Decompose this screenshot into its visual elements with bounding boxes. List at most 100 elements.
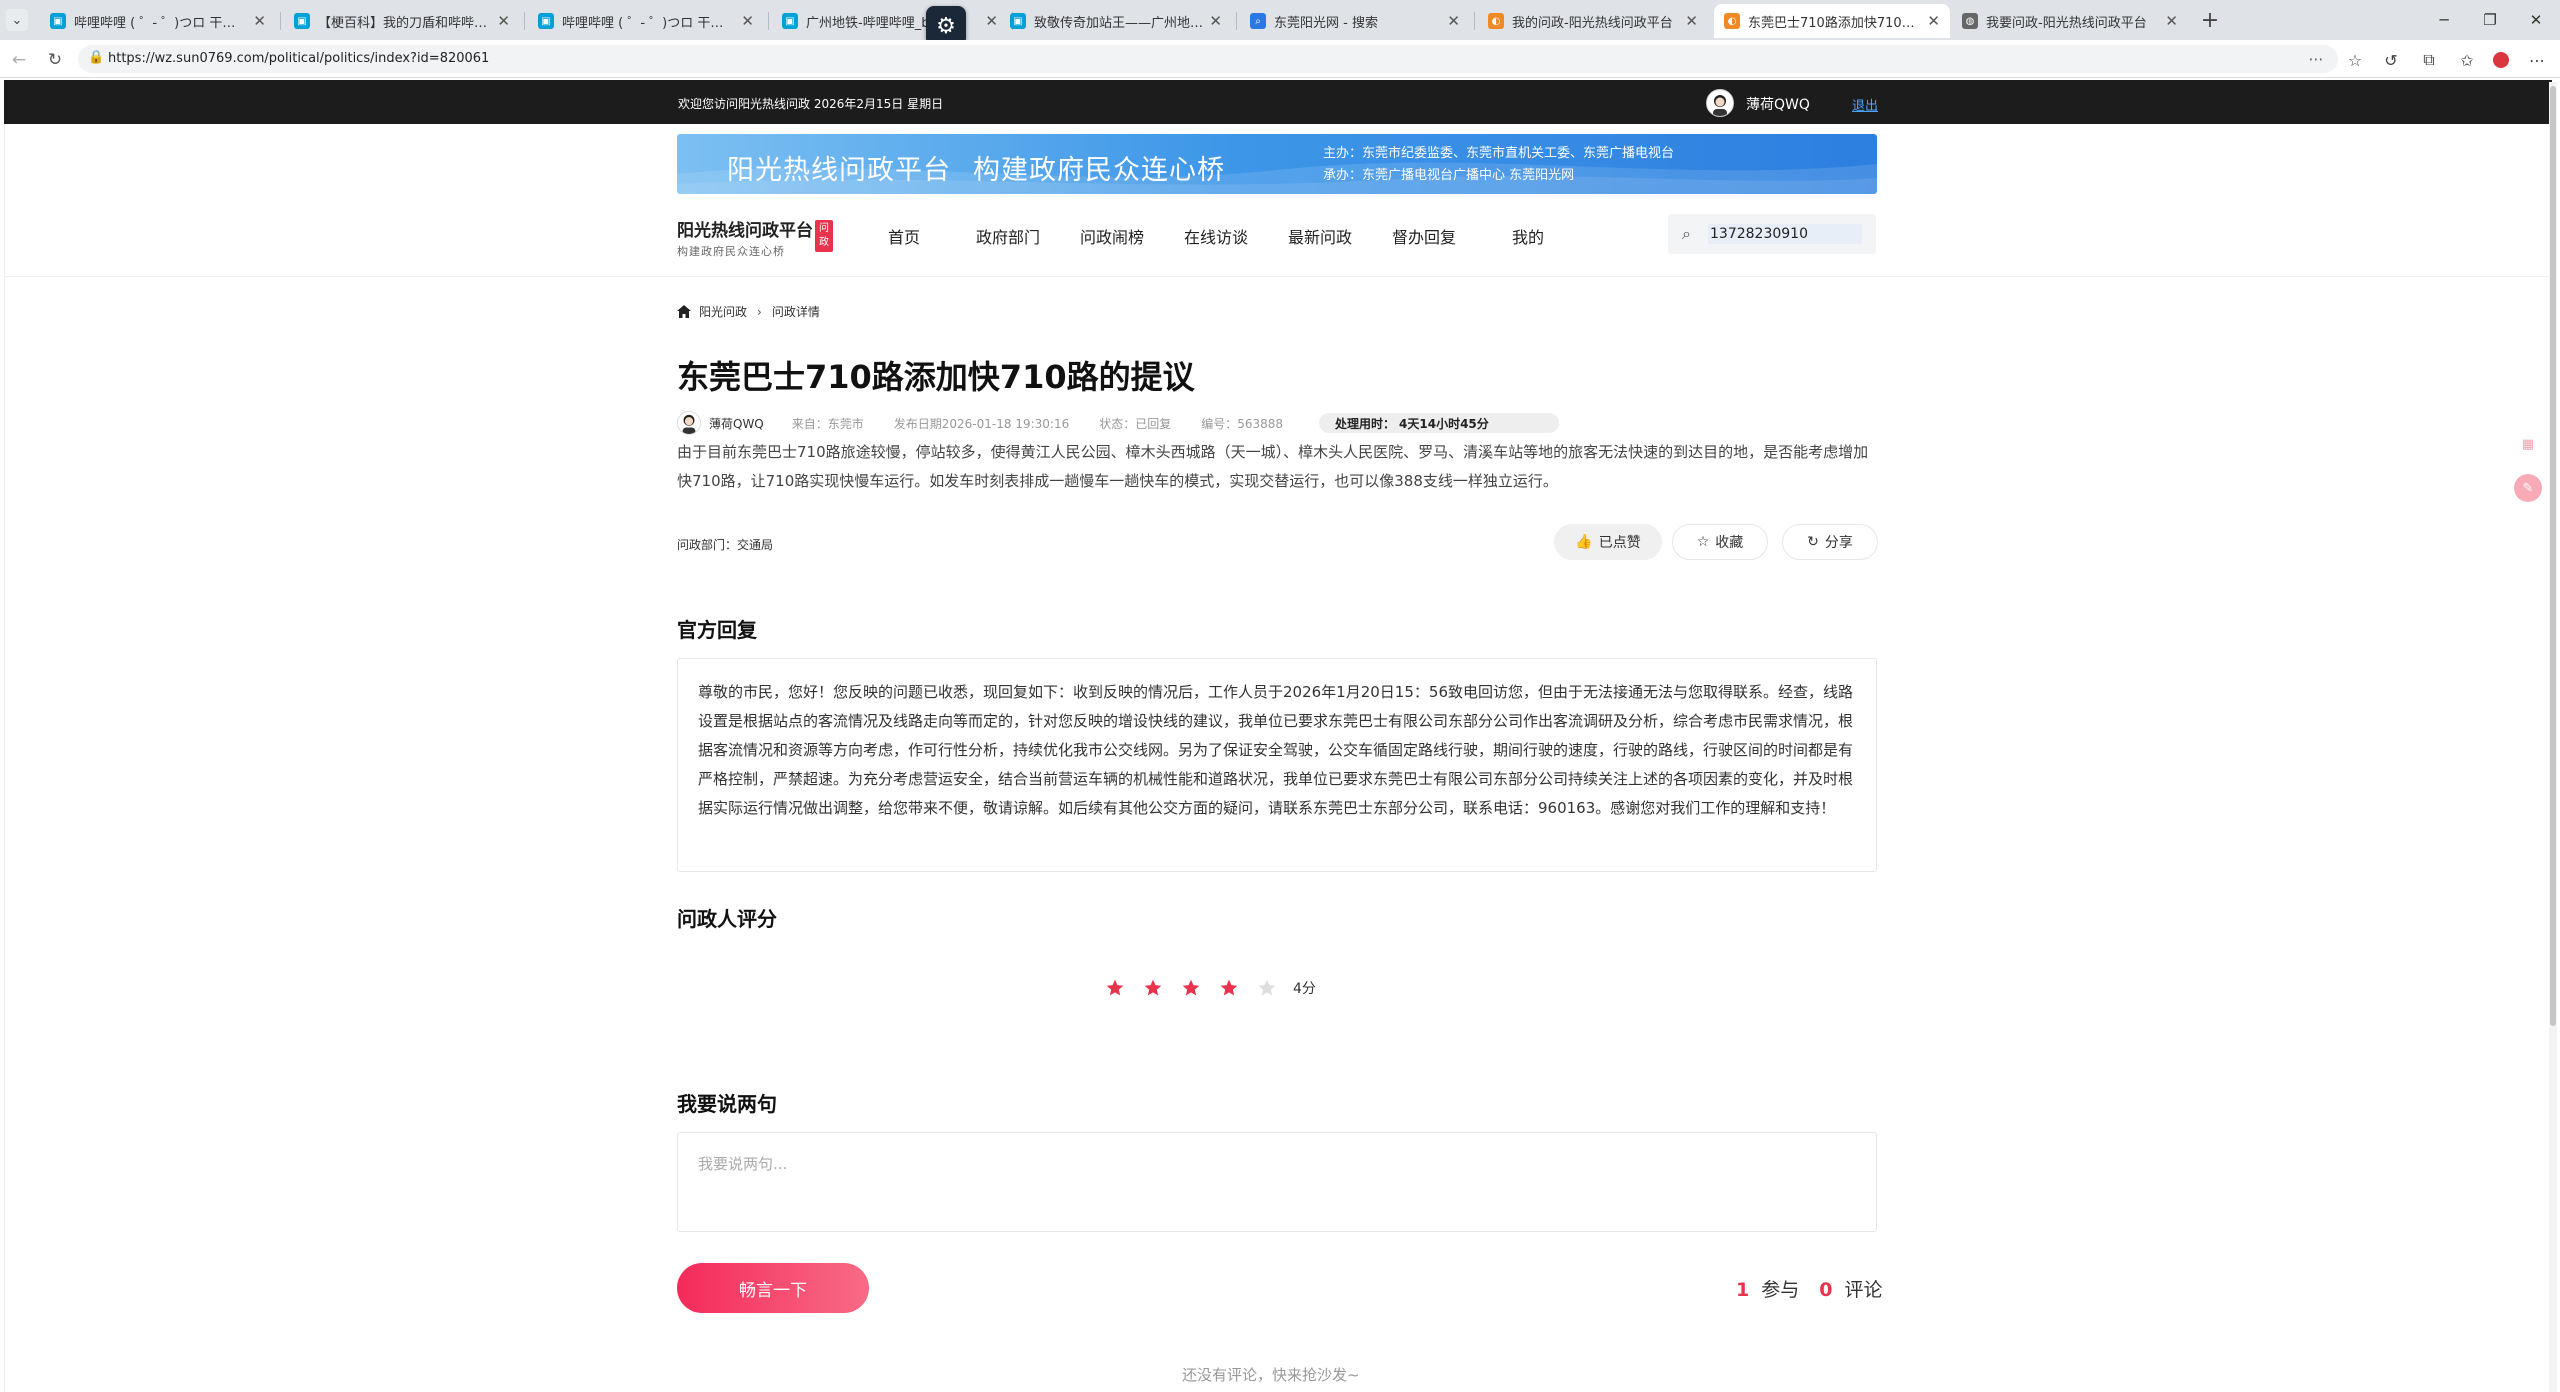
tab-label: 【梗百科】我的刀盾和哔哔拉布盾	[318, 15, 491, 31]
new-tab-button[interactable]: +	[2196, 7, 2224, 33]
banner-host: 主办：东莞市纪委监委、东莞市直机关工委、东莞广播电视台	[1323, 146, 1675, 161]
nav-mine[interactable]: 我的	[1512, 224, 1544, 248]
thumbs-up-icon: 👍	[1575, 534, 1593, 550]
comment-stats: 1 参与 0 评论	[1736, 1275, 1903, 1302]
close-icon[interactable]: ✕	[253, 12, 266, 30]
share-button[interactable]: ↻ 分享	[1782, 524, 1878, 560]
like-button[interactable]: 👍 已点赞	[1554, 524, 1662, 560]
author-avatar[interactable]	[677, 411, 701, 435]
browser-tab[interactable]: ▣ 哔哩哔哩 ( ゜- ゜)つロ 干杯~-bilibili ✕	[40, 4, 276, 38]
profile-icon[interactable]	[2490, 49, 2512, 71]
browser-tab-active[interactable]: ◐ 东莞巴士710路添加快710路的提议 ✕	[1714, 4, 1950, 38]
menu-icon[interactable]: ⋯	[2526, 49, 2548, 71]
tab-label: 哔哩哔哩 ( ゜- ゜)つロ 干杯~-bilibili	[74, 15, 247, 31]
breadcrumb-home[interactable]: 阳光问政	[699, 303, 747, 320]
url-field[interactable]: 🔒 https://wz.sun0769.com/political/polit…	[78, 45, 2338, 73]
restore-icon[interactable]: ❐	[2470, 6, 2510, 34]
tv-icon: ▣	[538, 13, 554, 29]
search-icon[interactable]: ⌕	[1682, 224, 1691, 244]
star-filled-icon	[1220, 979, 1238, 996]
comment-count: 0	[1819, 1279, 1833, 1301]
username[interactable]: 薄荷QWQ	[1746, 94, 1810, 114]
participant-count: 1	[1736, 1279, 1750, 1301]
browser-tab[interactable]: ▣ 致敬传奇加站王——广州地铁14号 ✕	[1000, 4, 1232, 38]
window-close-icon[interactable]: ✕	[2516, 6, 2556, 34]
logout-link[interactable]: 退出	[1852, 95, 1878, 114]
feedback-icon[interactable]: ✎	[2514, 474, 2542, 502]
avatar[interactable]	[1706, 89, 1734, 117]
refresh-page-icon[interactable]: ↺	[2380, 49, 2402, 71]
banner-organizer: 承办：东莞广播电视台广播中心 东莞阳光网	[1323, 168, 1575, 183]
star-icon[interactable]: ☆	[2344, 49, 2366, 71]
close-icon[interactable]: ✕	[1927, 12, 1940, 30]
browser-tab[interactable]: ⌕ 东莞阳光网 - 搜索 ✕	[1240, 4, 1470, 38]
reply-heading: 官方回复	[677, 618, 757, 642]
site-icon: ◐	[1724, 13, 1740, 29]
number-text: 编号：563888	[1201, 416, 1284, 431]
browser-tab-bar: ⌄ ▣ 哔哩哔哩 ( ゜- ゜)つロ 干杯~-bilibili ✕ ▣ 【梗百科…	[0, 0, 2560, 40]
favorite-label: 收藏	[1715, 535, 1744, 551]
comment-heading: 我要说两句	[677, 1092, 777, 1116]
nav-divider	[4, 276, 2552, 277]
tv-icon: ▣	[782, 13, 798, 29]
star-empty-icon	[1258, 979, 1276, 996]
timer-label: 处理用时：	[1335, 416, 1396, 431]
close-icon[interactable]: ✕	[1685, 12, 1698, 30]
star-filled-icon	[1182, 979, 1200, 996]
favorites-icon[interactable]: ✩	[2456, 49, 2478, 71]
logo-slogan: 构建政府民众连心桥	[677, 245, 785, 258]
more-dots-icon[interactable]: ⋯	[2306, 49, 2326, 69]
close-icon[interactable]: ✕	[497, 12, 510, 30]
minimize-icon[interactable]: ─	[2424, 6, 2464, 34]
tab-label: 东莞阳光网 - 搜索	[1274, 15, 1378, 31]
article-meta: 薄荷QWQ 来自：东莞市 发布日期2026-01-18 19:30:16 状态：…	[677, 410, 1559, 436]
chevron-right-icon: ›	[757, 304, 762, 319]
participant-label: 参与	[1761, 1279, 1800, 1301]
browser-tab[interactable]: ◐ 我的问政-阳光热线问政平台 ✕	[1478, 4, 1708, 38]
back-icon[interactable]: ←	[8, 49, 30, 71]
browser-tab[interactable]: ◍ 我要问政-阳光热线问政平台 ✕	[1952, 4, 2188, 38]
close-icon[interactable]: ✕	[2165, 12, 2178, 30]
breadcrumb: 阳光问政 › 问政详情	[677, 303, 820, 320]
comment-label: 评论	[1844, 1279, 1883, 1301]
star-outline-icon: ☆	[1696, 534, 1710, 550]
close-icon[interactable]: ✕	[985, 12, 998, 30]
nav-latest[interactable]: 最新问政	[1288, 224, 1352, 248]
submit-comment-button[interactable]: 畅言一下	[677, 1263, 869, 1313]
site-search: ⌕	[1668, 214, 1876, 254]
banner-title: 阳光热线问政平台	[727, 155, 951, 186]
reload-icon[interactable]: ↻	[44, 49, 66, 71]
department-label: 问政部门：交通局	[677, 538, 774, 552]
tab-label: 我的问政-阳光热线问政平台	[1512, 15, 1673, 31]
close-icon[interactable]: ✕	[1209, 12, 1222, 30]
nav-ranking[interactable]: 问政闹榜	[1080, 224, 1144, 248]
qrcode-icon[interactable]: ▦	[2514, 430, 2542, 458]
page-title: 东莞巴士710路添加快710路的提议	[677, 358, 1195, 396]
tv-icon: ▣	[50, 13, 66, 29]
welcome-text: 欢迎您访问阳光热线问政 2026年2月15日 星期日	[678, 97, 944, 111]
browser-tab[interactable]: ▣ 哔哩哔哩 ( ゜- ゜)つロ 干杯~-bilibili ✕	[528, 4, 764, 38]
search-input[interactable]	[1708, 224, 1862, 244]
logo-badge: 问政	[815, 220, 833, 252]
nav-interviews[interactable]: 在线访谈	[1184, 224, 1248, 248]
source-text: 来自：东莞市	[791, 416, 864, 431]
author-name[interactable]: 薄荷QWQ	[709, 415, 764, 432]
extensions-icon[interactable]: ⧉	[2418, 49, 2440, 71]
page-scrollbar[interactable]	[2549, 82, 2557, 1392]
nav-departments[interactable]: 政府部门	[976, 224, 1040, 248]
url-text[interactable]: https://wz.sun0769.com/political/politic…	[108, 51, 489, 66]
comment-input[interactable]	[677, 1132, 1877, 1232]
site-top-bar: 欢迎您访问阳光热线问政 2026年2月15日 星期日 薄荷QWQ 退出	[4, 80, 2552, 124]
browser-tab[interactable]: ▣ 广州地铁-哔哩哔哩_bilibili ✕	[772, 4, 1008, 38]
share-label: 分享	[1824, 535, 1853, 551]
nav-home[interactable]: 首页	[888, 224, 920, 248]
close-icon[interactable]: ✕	[741, 12, 754, 30]
scroll-thumb[interactable]	[2550, 86, 2556, 1026]
tv-icon: ▣	[1010, 13, 1026, 29]
close-icon[interactable]: ✕	[1447, 12, 1460, 30]
nav-supervision[interactable]: 督办回复	[1392, 224, 1456, 248]
favorite-button[interactable]: ☆ 收藏	[1672, 524, 1768, 560]
tab-list-icon[interactable]: ⌄	[6, 9, 28, 31]
browser-tab[interactable]: ▣ 【梗百科】我的刀盾和哔哔拉布盾 ✕	[284, 4, 520, 38]
site-logo[interactable]: 阳光热线问政平台 构建政府民众连心桥 问政	[677, 216, 833, 259]
